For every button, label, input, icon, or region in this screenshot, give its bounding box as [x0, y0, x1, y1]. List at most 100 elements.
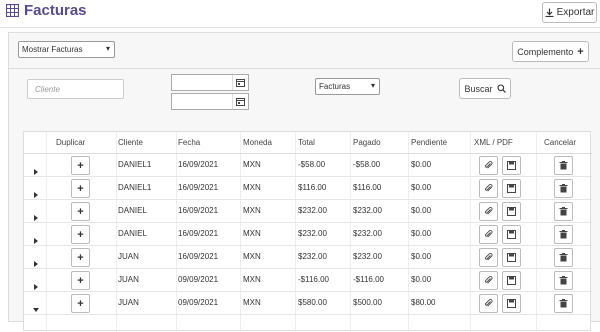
column-header[interactable]: Pagado — [353, 138, 381, 147]
filters-bar: Cliente Facturas ▾ Buscar — [9, 70, 600, 120]
paperclip-icon — [484, 184, 493, 192]
buscar-label: Buscar — [464, 83, 493, 94]
trash-icon — [559, 230, 568, 239]
save-icon — [507, 276, 516, 285]
table-row[interactable]: + DANIEL 16/09/2021 MXN $232.00 $232.00 $0.00 — [24, 223, 592, 246]
pdf-button[interactable] — [502, 294, 521, 313]
duplicar-button[interactable]: + — [71, 248, 90, 267]
moneda-cell: MXN — [243, 206, 261, 215]
paperclip-icon — [484, 161, 493, 169]
paperclip-icon — [484, 253, 493, 261]
chevron-down-icon: ▾ — [105, 44, 110, 53]
xml-button[interactable] — [479, 156, 498, 175]
cancelar-button[interactable] — [554, 225, 573, 244]
cancelar-button[interactable] — [554, 202, 573, 221]
column-header[interactable]: Moneda — [243, 138, 272, 147]
pdf-button[interactable] — [502, 225, 521, 244]
table-row[interactable]: + DANIEL1 16/09/2021 MXN -$58.00 -$58.00 $0.00 — [24, 154, 592, 177]
moneda-cell: MXN — [243, 229, 261, 238]
column-header[interactable]: Fecha — [178, 138, 200, 147]
export-button[interactable]: Exportar — [542, 2, 597, 23]
pendiente-cell: $0.00 — [411, 206, 432, 215]
paperclip-icon — [484, 207, 493, 215]
column-header[interactable]: Cancelar — [544, 138, 576, 147]
pdf-button[interactable] — [502, 156, 521, 175]
facturas-panel: Mostrar Facturas ▾ Complemento + Cliente… — [8, 32, 600, 332]
table-row[interactable]: + DANIEL1 16/09/2021 MXN $116.00 $116.00 $0.00 — [24, 177, 592, 200]
table-row[interactable]: + DANIEL 16/09/2021 MXN $232.00 $232.00 $0.00 — [24, 200, 592, 223]
tipo-select-value: Facturas — [319, 82, 351, 91]
complemento-button[interactable]: Complemento + — [512, 41, 589, 62]
table-row[interactable]: + JUAN 09/09/2021 MXN -$116.00 -$116.00 $0.00 — [24, 269, 592, 292]
cliente-input[interactable]: Cliente — [27, 79, 124, 99]
cliente-cell: JUAN — [118, 252, 139, 261]
cliente-placeholder: Cliente — [35, 84, 60, 94]
plus-icon: + — [77, 228, 84, 241]
plus-icon: + — [77, 205, 84, 218]
xml-button[interactable] — [479, 248, 498, 267]
duplicar-button[interactable]: + — [71, 271, 90, 290]
xml-button[interactable] — [479, 179, 498, 198]
xml-button[interactable] — [479, 294, 498, 313]
pendiente-cell: $0.00 — [411, 252, 432, 261]
column-header[interactable]: XML / PDF — [474, 138, 513, 147]
plus-icon: + — [77, 251, 84, 264]
trash-icon — [559, 276, 568, 285]
pendiente-cell: $80.00 — [411, 298, 436, 307]
cancelar-button[interactable] — [554, 294, 573, 313]
plus-icon: + — [77, 297, 84, 310]
fecha-cell: 16/09/2021 — [178, 206, 219, 215]
xml-button[interactable] — [479, 202, 498, 221]
duplicar-button[interactable]: + — [71, 156, 90, 175]
mostrar-select-value: Mostrar Facturas — [22, 45, 83, 54]
cancelar-button[interactable] — [554, 248, 573, 267]
tipo-select[interactable]: Facturas ▾ — [315, 78, 380, 95]
pagado-cell: $232.00 — [353, 229, 382, 238]
pdf-button[interactable] — [502, 202, 521, 221]
total-cell: $232.00 — [298, 252, 327, 261]
complemento-label: Complemento — [517, 46, 574, 57]
cancelar-button[interactable] — [554, 179, 573, 198]
column-header[interactable]: Pendiente — [411, 138, 447, 147]
mostrar-select[interactable]: Mostrar Facturas ▾ — [18, 41, 115, 58]
moneda-cell: MXN — [243, 252, 261, 261]
save-icon — [507, 161, 516, 170]
table-row[interactable]: + JUAN 16/09/2021 MXN $232.00 $232.00 $0.00 — [24, 246, 592, 269]
column-header[interactable]: Cliente — [118, 138, 143, 147]
cliente-cell: DANIEL — [118, 229, 147, 238]
xml-button[interactable] — [479, 225, 498, 244]
duplicar-button[interactable]: + — [71, 225, 90, 244]
cliente-cell: DANIEL1 — [118, 183, 152, 192]
search-icon — [496, 84, 506, 93]
pendiente-cell: $0.00 — [411, 229, 432, 238]
duplicar-button[interactable]: + — [71, 202, 90, 221]
moneda-cell: MXN — [243, 298, 261, 307]
duplicar-button[interactable]: + — [71, 179, 90, 198]
xml-button[interactable] — [479, 271, 498, 290]
column-header[interactable]: Total — [298, 138, 315, 147]
pendiente-cell: $0.00 — [411, 160, 432, 169]
pagado-cell: -$58.00 — [353, 160, 381, 169]
pagado-cell: $500.00 — [353, 298, 382, 307]
fecha-hasta-input[interactable] — [171, 93, 249, 110]
cliente-cell: JUAN — [118, 275, 139, 284]
column-header[interactable]: Duplicar — [56, 138, 85, 147]
fecha-cell: 09/09/2021 — [178, 298, 219, 307]
pdf-button[interactable] — [502, 248, 521, 267]
table-row[interactable]: + JUAN 09/09/2021 MXN $580.00 $500.00 $80.00 — [24, 292, 592, 315]
pagado-cell: $116.00 — [353, 183, 382, 192]
moneda-cell: MXN — [243, 275, 261, 284]
cancelar-button[interactable] — [554, 156, 573, 175]
save-icon — [507, 207, 516, 216]
save-icon — [507, 299, 516, 308]
fecha-desde-input[interactable] — [171, 74, 249, 91]
buscar-button[interactable]: Buscar — [459, 78, 511, 99]
cancelar-button[interactable] — [554, 271, 573, 290]
calendar-icon[interactable] — [232, 94, 248, 109]
trash-icon — [559, 207, 568, 216]
pdf-button[interactable] — [502, 179, 521, 198]
pdf-button[interactable] — [502, 271, 521, 290]
paperclip-icon — [484, 230, 493, 238]
calendar-icon[interactable] — [232, 75, 248, 90]
duplicar-button[interactable]: + — [71, 294, 90, 313]
